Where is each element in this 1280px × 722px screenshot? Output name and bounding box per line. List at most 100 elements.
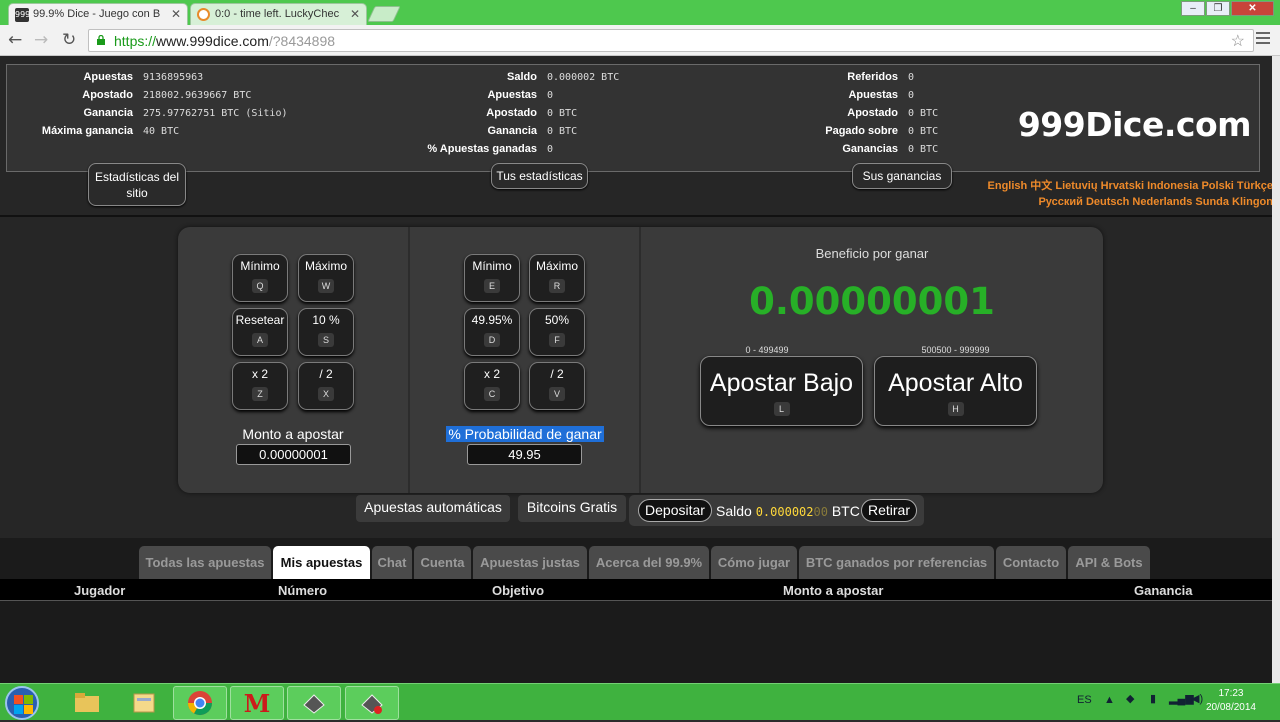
column-header: Objetivo bbox=[492, 583, 545, 598]
chrome-menu-icon[interactable] bbox=[1256, 32, 1270, 47]
win-chance-label: % Probabilidad de ganar bbox=[446, 426, 604, 442]
language-list[interactable]: Русский Deutsch Nederlands Sunda Klingon bbox=[988, 194, 1273, 210]
bookmark-star-icon[interactable]: ☆ bbox=[1231, 31, 1245, 51]
page-scrollbar[interactable] bbox=[1272, 56, 1280, 683]
tab-all-bets[interactable]: Todas las apuestas bbox=[139, 546, 271, 579]
stat-row: Apostado 218002.9639667 BTC bbox=[82, 89, 252, 101]
minimize-icon[interactable]: – bbox=[1181, 1, 1205, 16]
lock-icon bbox=[97, 35, 105, 45]
volume-icon[interactable]: ◀) bbox=[1191, 692, 1203, 705]
chance-max-button[interactable]: Máximo R bbox=[529, 254, 585, 302]
close-tab-icon[interactable]: ✕ bbox=[350, 7, 360, 21]
app-taskbar-icon[interactable] bbox=[287, 686, 341, 720]
url-scheme: https:// bbox=[114, 33, 157, 49]
battery-icon[interactable]: ▮ bbox=[1150, 692, 1156, 705]
browser-tab-luckychecker[interactable]: 0:0 - time left. LuckyChec ✕ bbox=[190, 3, 367, 25]
back-arrow-icon[interactable]: ← bbox=[8, 30, 22, 50]
stat-row: Ganancia 0 BTC bbox=[487, 125, 578, 137]
bet-amount-input[interactable]: 0.00000001 bbox=[236, 444, 351, 465]
start-button[interactable] bbox=[5, 686, 39, 720]
language-selector[interactable]: English 中文 Lietuvių Hrvatski Indonesia P… bbox=[988, 178, 1273, 210]
url-input[interactable]: https://www.999dice.com/?8434898 ☆ bbox=[88, 29, 1254, 52]
language-list[interactable]: English 中文 Lietuvių Hrvatski Indonesia P… bbox=[988, 178, 1273, 194]
win-chance-input[interactable]: 49.95 bbox=[467, 444, 582, 465]
tab-my-bets[interactable]: Mis apuestas bbox=[273, 546, 370, 579]
low-range-label: 0 - 499499 bbox=[745, 345, 789, 355]
drive-icon[interactable]: ◆ bbox=[1126, 692, 1134, 705]
network-icon[interactable]: ▂▄▆ bbox=[1169, 692, 1194, 705]
bet-low-button[interactable]: Apostar Bajo L bbox=[700, 356, 863, 426]
browser-tab-strip: 999 99.9% Dice - Juego con B ✕ 0:0 - tim… bbox=[0, 0, 1280, 25]
stats-panel: Apuestas 9136895963 Apostado 218002.963966… bbox=[6, 64, 1260, 172]
chance-4995-button[interactable]: 49.95% D bbox=[464, 308, 520, 356]
stat-row: Apuestas 0 bbox=[487, 89, 554, 101]
high-range-label: 500500 - 999999 bbox=[921, 345, 990, 355]
bet-amount-label: Monto a apostar bbox=[242, 426, 344, 442]
divider bbox=[639, 227, 641, 493]
tab-about[interactable]: Acerca del 99.9% bbox=[589, 546, 709, 579]
stat-row: Apuestas 9136895963 bbox=[83, 71, 204, 83]
bet-10pct-button[interactable]: 10 % S bbox=[298, 308, 354, 356]
user-stats: Saldo 0.000002 BTC Apuestas 0 Apostado 0 BT… bbox=[387, 71, 619, 161]
show-hidden-icons-icon[interactable]: ▲ bbox=[1104, 694, 1115, 706]
bet-min-button[interactable]: Mínimo Q bbox=[232, 254, 288, 302]
bet-high-button[interactable]: Apostar Alto H bbox=[874, 356, 1037, 426]
chrome-taskbar-icon[interactable] bbox=[173, 686, 227, 720]
app-taskbar-icon[interactable] bbox=[345, 686, 399, 720]
browser-tab-999dice[interactable]: 999 99.9% Dice - Juego con B ✕ bbox=[8, 3, 188, 25]
tab-title: 99.9% Dice - Juego con B bbox=[33, 8, 161, 20]
forward-arrow-icon[interactable]: → bbox=[34, 30, 48, 50]
new-tab-button[interactable] bbox=[367, 6, 401, 22]
page-content: Apuestas 9136895963 Apostado 218002.963966… bbox=[0, 56, 1280, 683]
stat-row: Pagado sobre 0 BTC bbox=[825, 125, 939, 137]
chance-half-button[interactable]: / 2V bbox=[529, 362, 585, 410]
stat-row: Apostado 0 BTC bbox=[486, 107, 578, 119]
balance-display: Saldo 0.00000200 BTC bbox=[716, 503, 860, 519]
column-header: Monto a apostar bbox=[783, 583, 884, 598]
close-tab-icon[interactable]: ✕ bbox=[171, 7, 181, 21]
bet-reset-button[interactable]: Resetear A bbox=[232, 308, 288, 356]
close-window-icon[interactable]: ✕ bbox=[1231, 1, 1274, 16]
libraries-taskbar-icon[interactable] bbox=[117, 686, 171, 720]
tab-account[interactable]: Cuenta bbox=[414, 546, 471, 579]
profit-on-win-value: 0.00000001 bbox=[749, 280, 995, 323]
stat-row: Apostado 0 BTC bbox=[847, 107, 939, 119]
tab-title: 0:0 - time left. LuckyChec bbox=[215, 8, 340, 20]
maximize-icon[interactable]: ❐ bbox=[1206, 1, 1230, 16]
tab-referral-earnings[interactable]: BTC ganados por referencias bbox=[799, 546, 994, 579]
bet-double-button[interactable]: x 2Z bbox=[232, 362, 288, 410]
chance-double-button[interactable]: x 2C bbox=[464, 362, 520, 410]
site-stats-button[interactable]: Estadísticas del sitio bbox=[88, 163, 186, 206]
balance-label: Saldo bbox=[716, 503, 752, 519]
reload-icon[interactable]: ↻ bbox=[62, 30, 76, 50]
bets-table-header: Jugador Número Objetivo Monto a apostar … bbox=[0, 579, 1272, 601]
stat-row: % Apuestas ganadas 0 bbox=[427, 143, 554, 155]
bet-max-button[interactable]: Máximo W bbox=[298, 254, 354, 302]
auto-bet-tab[interactable]: Apuestas automáticas bbox=[356, 495, 510, 522]
deposit-button[interactable]: Depositar bbox=[638, 499, 712, 522]
referral-stats: Referidos 0 Apuestas 0 Apostado 0 BTC Pagad… bbox=[793, 71, 938, 161]
windows-taskbar: M ES ▲ ◆ ▮ ▂▄▆ ◀) 17:23 20/08/2014 bbox=[0, 683, 1280, 720]
referral-earnings-button[interactable]: Sus ganancias bbox=[852, 163, 952, 189]
gmail-taskbar-icon[interactable]: M bbox=[230, 686, 284, 720]
separator bbox=[0, 215, 1280, 217]
withdraw-button[interactable]: Retirar bbox=[861, 499, 917, 522]
system-clock[interactable]: 17:23 20/08/2014 bbox=[1206, 687, 1256, 715]
tab-contact[interactable]: Contacto bbox=[996, 546, 1066, 579]
bet-half-button[interactable]: / 2X bbox=[298, 362, 354, 410]
tab-how-to-play[interactable]: Cómo jugar bbox=[711, 546, 797, 579]
free-bitcoins-tab[interactable]: Bitcoins Gratis bbox=[518, 495, 626, 522]
tab-api-bots[interactable]: API & Bots bbox=[1068, 546, 1150, 579]
chance-50-button[interactable]: 50% F bbox=[529, 308, 585, 356]
balance-trailing-zeros: 00 bbox=[813, 505, 828, 519]
explorer-taskbar-icon[interactable] bbox=[60, 686, 114, 720]
site-logo: 999Dice.com bbox=[1017, 105, 1252, 144]
input-language-indicator[interactable]: ES bbox=[1077, 694, 1092, 706]
user-stats-button[interactable]: Tus estadísticas bbox=[491, 163, 588, 189]
tab-provably-fair[interactable]: Apuestas justas bbox=[473, 546, 587, 579]
url-path: /?8434898 bbox=[268, 33, 336, 49]
chance-min-button[interactable]: Mínimo E bbox=[464, 254, 520, 302]
balance-value: 0.000002 bbox=[755, 505, 814, 519]
clock-date: 20/08/2014 bbox=[1205, 702, 1256, 713]
tab-chat[interactable]: Chat bbox=[372, 546, 412, 579]
